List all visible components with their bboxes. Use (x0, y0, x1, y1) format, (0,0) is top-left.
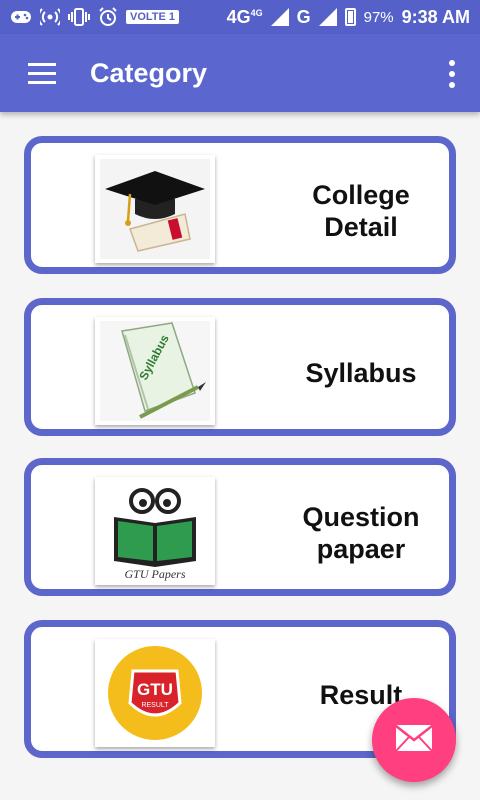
status-bar: VOLTE 1 4G4G G 97% 9:38 AM (0, 0, 480, 34)
gtu-result-text: GTU (137, 680, 173, 699)
category-label-line: Question (302, 502, 420, 532)
graduation-cap-icon (95, 155, 215, 263)
gtu-papers-icon: GTU Papers (95, 477, 215, 585)
category-label-line: Syllabus (305, 358, 417, 388)
game-controller-icon (10, 7, 32, 27)
signal-icon-2 (318, 7, 337, 27)
app-bar: Category (0, 34, 480, 112)
syllabus-notebook-icon: Syllabus (95, 317, 215, 425)
category-label-syllabus: Syllabus (261, 357, 461, 389)
category-card-question-paper[interactable]: GTU Papers Question papaer (24, 458, 456, 596)
battery-percent: 97% (363, 8, 394, 26)
envelope-icon (395, 724, 433, 757)
hamburger-menu-icon[interactable] (0, 34, 84, 112)
category-label-line: papaer (316, 534, 406, 564)
signal-icon (270, 7, 289, 27)
category-label-question-paper: Question papaer (261, 501, 461, 565)
volte-badge: VOLTE 1 (126, 10, 180, 24)
category-label-line: Detail (324, 212, 398, 242)
hotspot-icon (40, 7, 60, 27)
gtu-result-badge-icon: GTU RESULT (95, 639, 215, 747)
second-network-label: G (296, 6, 311, 27)
overflow-menu-icon[interactable] (442, 60, 462, 88)
status-right: 4G4G G 97% 9:38 AM (227, 7, 470, 28)
clock: 9:38 AM (401, 6, 470, 27)
battery-icon (344, 8, 356, 26)
status-left: VOLTE 1 (10, 7, 180, 27)
category-label-college-detail: College Detail (261, 179, 461, 243)
page-title: Category (90, 57, 208, 88)
category-label-line: College (312, 180, 410, 210)
gtu-papers-caption: GTU Papers (124, 567, 185, 581)
gtu-result-sub: RESULT (141, 702, 169, 709)
alarm-icon (98, 7, 118, 27)
mail-fab-button[interactable] (372, 698, 456, 782)
vibrate-icon (68, 7, 90, 27)
category-card-college-detail[interactable]: College Detail (24, 136, 456, 274)
category-card-syllabus[interactable]: Syllabus Syllabus (24, 298, 456, 436)
network-type-label: 4G4G (226, 6, 263, 27)
